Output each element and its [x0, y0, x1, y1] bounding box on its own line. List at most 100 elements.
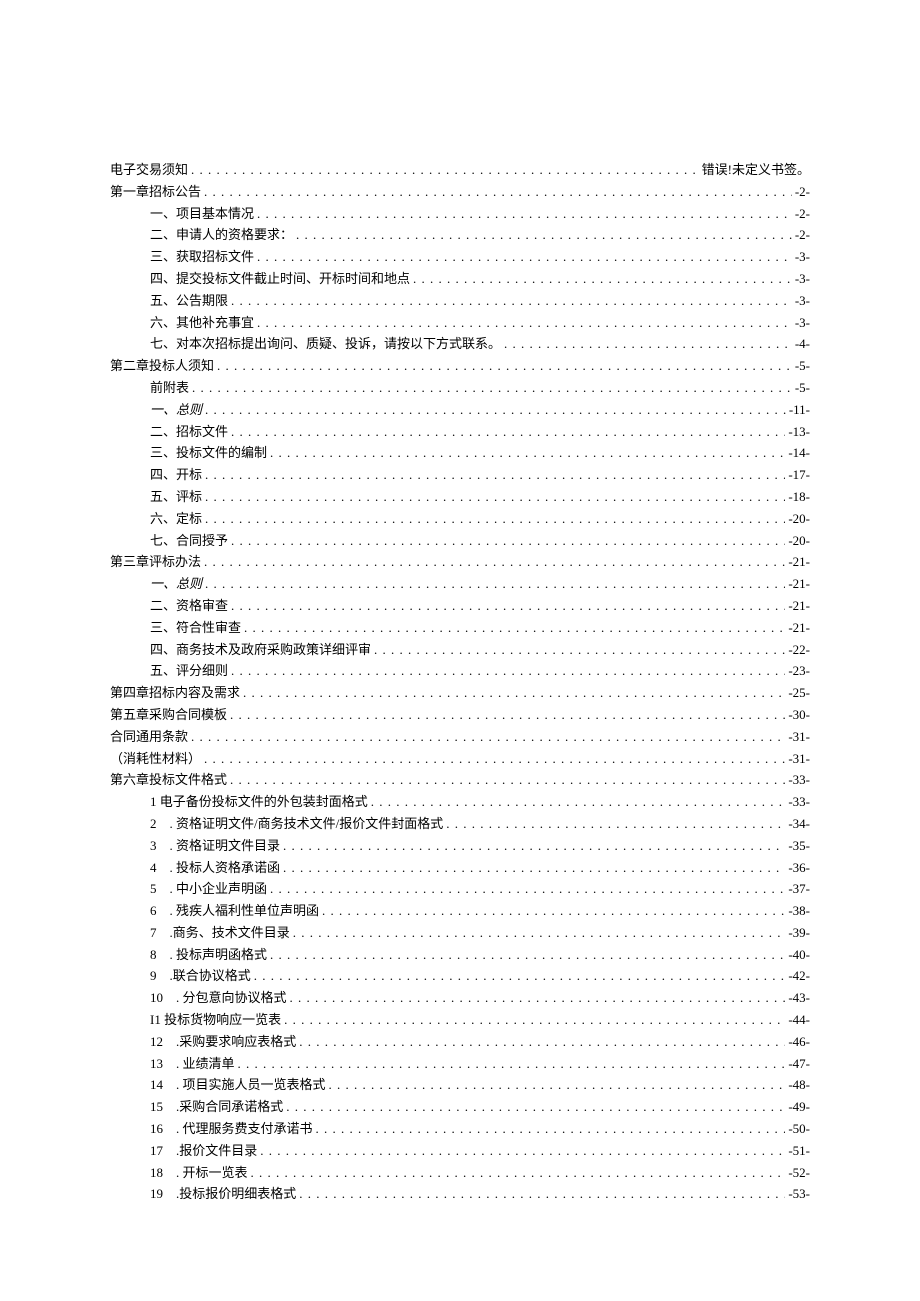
toc-leader-dots: [204, 182, 792, 203]
toc-entry-page: -4-: [795, 334, 810, 355]
toc-entry-page: -17-: [788, 465, 810, 486]
toc-leader-dots: [231, 531, 785, 552]
toc-entry-page: -18-: [788, 487, 810, 508]
toc-entry: 5 . 中小企业声明函-37-: [110, 879, 810, 900]
toc-leader-dots: [270, 879, 785, 900]
toc-entry-label: 2 . 资格证明文件/商务技术文件/报价文件封面格式: [150, 814, 443, 835]
toc-entry: 14 . 项目实施人员一览表格式-48-: [110, 1075, 810, 1096]
toc-leader-dots: [446, 814, 785, 835]
toc-leader-dots: [231, 596, 785, 617]
toc-entry-page: -2-: [795, 204, 810, 225]
toc-entry-page: -50-: [788, 1119, 810, 1140]
toc-leader-dots: [260, 1141, 785, 1162]
toc-entry: 第二章投标人须知-5-: [110, 356, 810, 377]
toc-entry-label: （消耗性材料）: [110, 749, 201, 770]
toc-leader-dots: [316, 1119, 786, 1140]
toc-entry-page: -3-: [795, 269, 810, 290]
toc-entry-label: 一、总则: [150, 400, 202, 421]
toc-leader-dots: [231, 661, 785, 682]
toc-leader-dots: [254, 966, 786, 987]
toc-leader-dots: [413, 269, 792, 290]
toc-entry: 16 . 代理服务费支付承诺书-50-: [110, 1119, 810, 1140]
toc-entry-page: -51-: [788, 1141, 810, 1162]
toc-entry-page: -31-: [788, 727, 810, 748]
toc-entry-page: -53-: [788, 1184, 810, 1205]
toc-entry-page: -21-: [788, 552, 810, 573]
toc-entry: 合同通用条款-31-: [110, 727, 810, 748]
toc-entry-label: 四、商务技术及政府采购政策详细评审: [150, 640, 371, 661]
toc-leader-dots: [283, 858, 785, 879]
toc-entry-label: 8 . 投标声明函格式: [150, 945, 267, 966]
toc-leader-dots: [257, 313, 792, 334]
toc-leader-dots: [504, 334, 792, 355]
toc-entry-page: -5-: [795, 378, 810, 399]
toc-leader-dots: [204, 552, 785, 573]
toc-entry-label: 七、对本次招标提出询问、质疑、投诉，请按以下方式联系。: [150, 334, 501, 355]
toc-leader-dots: [293, 923, 786, 944]
toc-entry: 三、获取招标文件-3-: [110, 247, 810, 268]
toc-entry-label: 第一章招标公告: [110, 182, 201, 203]
toc-entry: 4 . 投标人资格承诺函 -36-: [110, 858, 810, 879]
toc-entry-page: -20-: [788, 531, 810, 552]
toc-leader-dots: [296, 225, 792, 246]
toc-entry: 二、申请人的资格要求：-2-: [110, 225, 810, 246]
toc-leader-dots: [283, 836, 785, 857]
toc-leader-dots: [230, 705, 785, 726]
toc-entry-label: 五、公告期限: [150, 291, 228, 312]
toc-entry-label: 第六章投标文件格式: [110, 770, 227, 791]
toc-entry: 15 .采购合同承诺格式-49-: [110, 1097, 810, 1118]
toc-entry-label: 4 . 投标人资格承诺函: [150, 858, 280, 879]
toc-entry: 第三章评标办法-21-: [110, 552, 810, 573]
toc-entry: 10 . 分包意向协议格式 -43-: [110, 988, 810, 1009]
toc-entry: 第一章招标公告-2-: [110, 182, 810, 203]
toc-entry-label: 二、资格审查: [150, 596, 228, 617]
toc-entry-page: -36-: [788, 858, 810, 879]
toc-entry-label: 10 . 分包意向协议格式: [150, 988, 287, 1009]
toc-leader-dots: [371, 792, 786, 813]
toc-leader-dots: [257, 204, 792, 225]
toc-leader-dots: [205, 487, 785, 508]
toc-leader-dots: [217, 356, 792, 377]
toc-entry: 8 . 投标声明函格式-40-: [110, 945, 810, 966]
toc-leader-dots: [270, 945, 785, 966]
toc-entry-page: -20-: [788, 509, 810, 530]
toc-leader-dots: [231, 291, 792, 312]
toc-entry-label: 四、开标: [150, 465, 202, 486]
toc-entry-label: 13 . 业绩清单: [150, 1054, 235, 1075]
toc-entry-label: I1 投标货物响应一览表: [150, 1010, 281, 1031]
toc-entry-page: -13-: [788, 422, 810, 443]
toc-leader-dots: [299, 1184, 785, 1205]
toc-entry-label: 前附表: [150, 378, 189, 399]
toc-entry-page: -37-: [788, 879, 810, 900]
toc-leader-dots: [205, 465, 785, 486]
toc-entry-page: 错误!未定义书签。: [702, 160, 810, 181]
toc-entry-label: 二、招标文件: [150, 422, 228, 443]
toc-entry: 电子交易须知错误!未定义书签。: [110, 160, 810, 181]
toc-entry-label: 15 .采购合同承诺格式: [150, 1097, 283, 1118]
toc-entry: I1 投标货物响应一览表 -44-: [110, 1010, 810, 1031]
toc-entry-label: 七、合同授予: [150, 531, 228, 552]
toc-entry: 六、其他补充事宜-3-: [110, 313, 810, 334]
toc-entry-page: -38-: [788, 901, 810, 922]
toc-entry: 一、总则-21-: [110, 574, 810, 595]
toc-entry: 19 .投标报价明细表格式-53-: [110, 1184, 810, 1205]
toc-entry-label: 一、总则: [150, 574, 202, 595]
toc-entry-page: -3-: [795, 291, 810, 312]
toc-entry-page: -43-: [788, 988, 810, 1009]
toc-entry-page: -35-: [788, 836, 810, 857]
toc-entry: 六、定标-20-: [110, 509, 810, 530]
toc-entry: 6 . 残疾人福利性单位声明函-38-: [110, 901, 810, 922]
toc-entry-label: 12 .采购要求响应表格式: [150, 1032, 296, 1053]
toc-leader-dots: [299, 1032, 785, 1053]
toc-entry: 四、开标 -17-: [110, 465, 810, 486]
toc-entry-label: 第五章采购合同模板: [110, 705, 227, 726]
toc-entry: 三、投标文件的编制-14-: [110, 443, 810, 464]
toc-leader-dots: [205, 509, 785, 530]
toc-entry: 一、项目基本情况-2-: [110, 204, 810, 225]
toc-entry-label: 五、评分细则: [150, 661, 228, 682]
toc-entry-page: -44-: [788, 1010, 810, 1031]
toc-entry-label: 14 . 项目实施人员一览表格式: [150, 1075, 326, 1096]
toc-entry-page: -3-: [795, 313, 810, 334]
toc-entry-page: -22-: [788, 640, 810, 661]
toc-entry-page: -34-: [788, 814, 810, 835]
